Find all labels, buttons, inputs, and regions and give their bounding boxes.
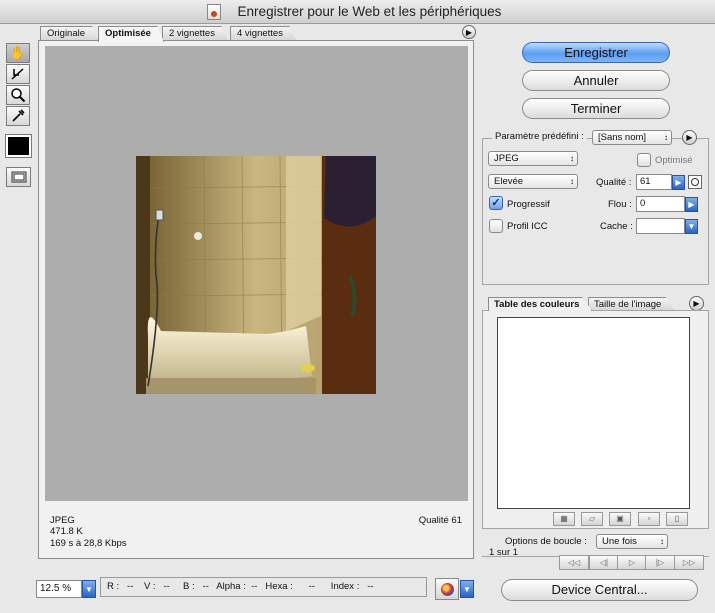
loop-options-select[interactable]: Une fois: [596, 534, 668, 549]
last-frame-button[interactable]: ▷▷: [674, 555, 704, 570]
preview-in-browser-button[interactable]: [435, 578, 459, 600]
eyedropper-tool[interactable]: [6, 106, 30, 126]
slices-visibility-icon: [11, 171, 26, 183]
triangle-right-icon: ▶: [465, 27, 473, 37]
eyedropper-icon: [12, 109, 25, 122]
done-button[interactable]: Terminer: [522, 98, 670, 119]
blur-slider-button[interactable]: ▶: [685, 197, 698, 212]
fast-forward-icon: ▷▷: [682, 558, 696, 567]
lock-icon: ▣: [616, 514, 624, 523]
browser-select-button[interactable]: ▼: [460, 580, 474, 598]
triangle-right-icon: ▶: [688, 200, 695, 209]
triangle-right-icon: ▶: [675, 178, 682, 187]
tab-2-up[interactable]: 2 vignettes: [162, 26, 228, 41]
rewind-icon: ◁◁: [567, 558, 581, 567]
snap-to-web-button[interactable]: ▱: [581, 512, 603, 526]
quality-slider-button[interactable]: ▶: [672, 175, 685, 190]
preset-select[interactable]: [Sans nom]: [592, 130, 672, 145]
save-button[interactable]: Enregistrer: [522, 42, 670, 63]
zoom-tool[interactable]: [6, 85, 30, 105]
trash-icon: ▯: [674, 514, 680, 523]
first-frame-button[interactable]: ◁◁: [559, 555, 589, 570]
progressive-checkbox[interactable]: ✓: [489, 196, 503, 210]
loop-options-label: Options de boucle :: [505, 536, 587, 547]
circle-icon: [691, 178, 699, 186]
download-time: 169 s à 28,8 Kbps: [50, 538, 127, 549]
optimized-file-size: 471.8 K: [50, 526, 83, 537]
matte-dropdown-button[interactable]: ▼: [685, 219, 698, 234]
delete-color-button[interactable]: ▯: [666, 512, 688, 526]
transparency-icon: ▦: [560, 514, 568, 523]
hand-tool[interactable]: ✋: [6, 43, 30, 63]
map-transparency-button[interactable]: ▦: [553, 512, 575, 526]
window-title: Enregistrer pour le Web et les périphéri…: [237, 4, 502, 19]
quality-channel-button[interactable]: [688, 175, 702, 189]
progressive-label: Progressif: [507, 199, 550, 210]
zoom-dropdown-button[interactable]: ▼: [82, 580, 96, 598]
browser-icon: [440, 582, 454, 596]
cancel-button[interactable]: Annuler: [522, 70, 670, 91]
preview-menu-button[interactable]: ▶: [462, 25, 476, 39]
color-table-menu-button[interactable]: ▶: [689, 296, 704, 311]
slice-select-icon: [11, 68, 24, 80]
icc-profile-checkbox[interactable]: [489, 219, 503, 233]
color-readout: R : -- V : -- B : -- Alpha : -- Hexa : -…: [100, 577, 427, 597]
play-button[interactable]: ▷: [617, 555, 647, 570]
triangle-right-icon: ▶: [686, 133, 693, 142]
icc-profile-label: Profil ICC: [507, 221, 548, 232]
matte-color-field[interactable]: [636, 218, 685, 234]
preset-label: Paramètre prédéfini :: [492, 131, 587, 142]
step-back-icon: ◁|: [599, 558, 609, 567]
tab-image-size[interactable]: Taille de l'image: [588, 297, 675, 311]
toggle-slices-button[interactable]: [6, 167, 31, 187]
quality-input[interactable]: 61: [636, 174, 672, 190]
blur-label: Flou :: [608, 199, 632, 210]
blur-input[interactable]: 0: [636, 196, 685, 212]
play-icon: ▷: [628, 558, 636, 567]
optimized-checkbox[interactable]: [637, 153, 651, 167]
slice-select-tool[interactable]: [6, 64, 30, 84]
chevron-down-icon: ▼: [85, 584, 93, 594]
preview-image: [136, 156, 376, 394]
optimized-format: JPEG: [50, 515, 75, 526]
optimized-label: Optimisé: [655, 155, 693, 166]
add-color-button[interactable]: ▫: [638, 512, 660, 526]
device-central-button[interactable]: Device Central...: [501, 579, 698, 601]
tab-optimized[interactable]: Optimisée: [98, 26, 164, 42]
next-frame-button[interactable]: |▷: [645, 555, 675, 570]
quality-label: Qualité :: [596, 177, 632, 188]
tab-original[interactable]: Originale: [40, 26, 99, 41]
compression-quality-select[interactable]: Elevée: [488, 174, 578, 189]
optimize-menu-button[interactable]: ▶: [682, 130, 697, 145]
triangle-right-icon: ▶: [693, 299, 700, 308]
file-format-select[interactable]: JPEG: [488, 151, 578, 166]
cube-icon: ▱: [588, 514, 596, 523]
matte-label: Cache :: [600, 221, 633, 232]
lock-color-button[interactable]: ▣: [609, 512, 631, 526]
color-table-swatches[interactable]: [497, 317, 690, 509]
previous-frame-button[interactable]: ◁|: [589, 555, 619, 570]
tab-4-up[interactable]: 4 vignettes: [230, 26, 296, 41]
chevron-down-icon: ▼: [687, 222, 696, 231]
optimized-quality: Qualité 61: [418, 515, 462, 526]
zoom-level-field[interactable]: 12.5 %: [36, 580, 82, 598]
eyedropper-color-swatch[interactable]: [5, 134, 32, 158]
new-color-icon: ▫: [647, 514, 651, 523]
chevron-down-icon: ▼: [463, 584, 471, 594]
tab-color-table[interactable]: Table des couleurs: [488, 297, 593, 311]
zoom-icon: [11, 88, 26, 103]
step-forward-icon: |▷: [655, 558, 665, 567]
hand-icon: ✋: [9, 45, 27, 60]
